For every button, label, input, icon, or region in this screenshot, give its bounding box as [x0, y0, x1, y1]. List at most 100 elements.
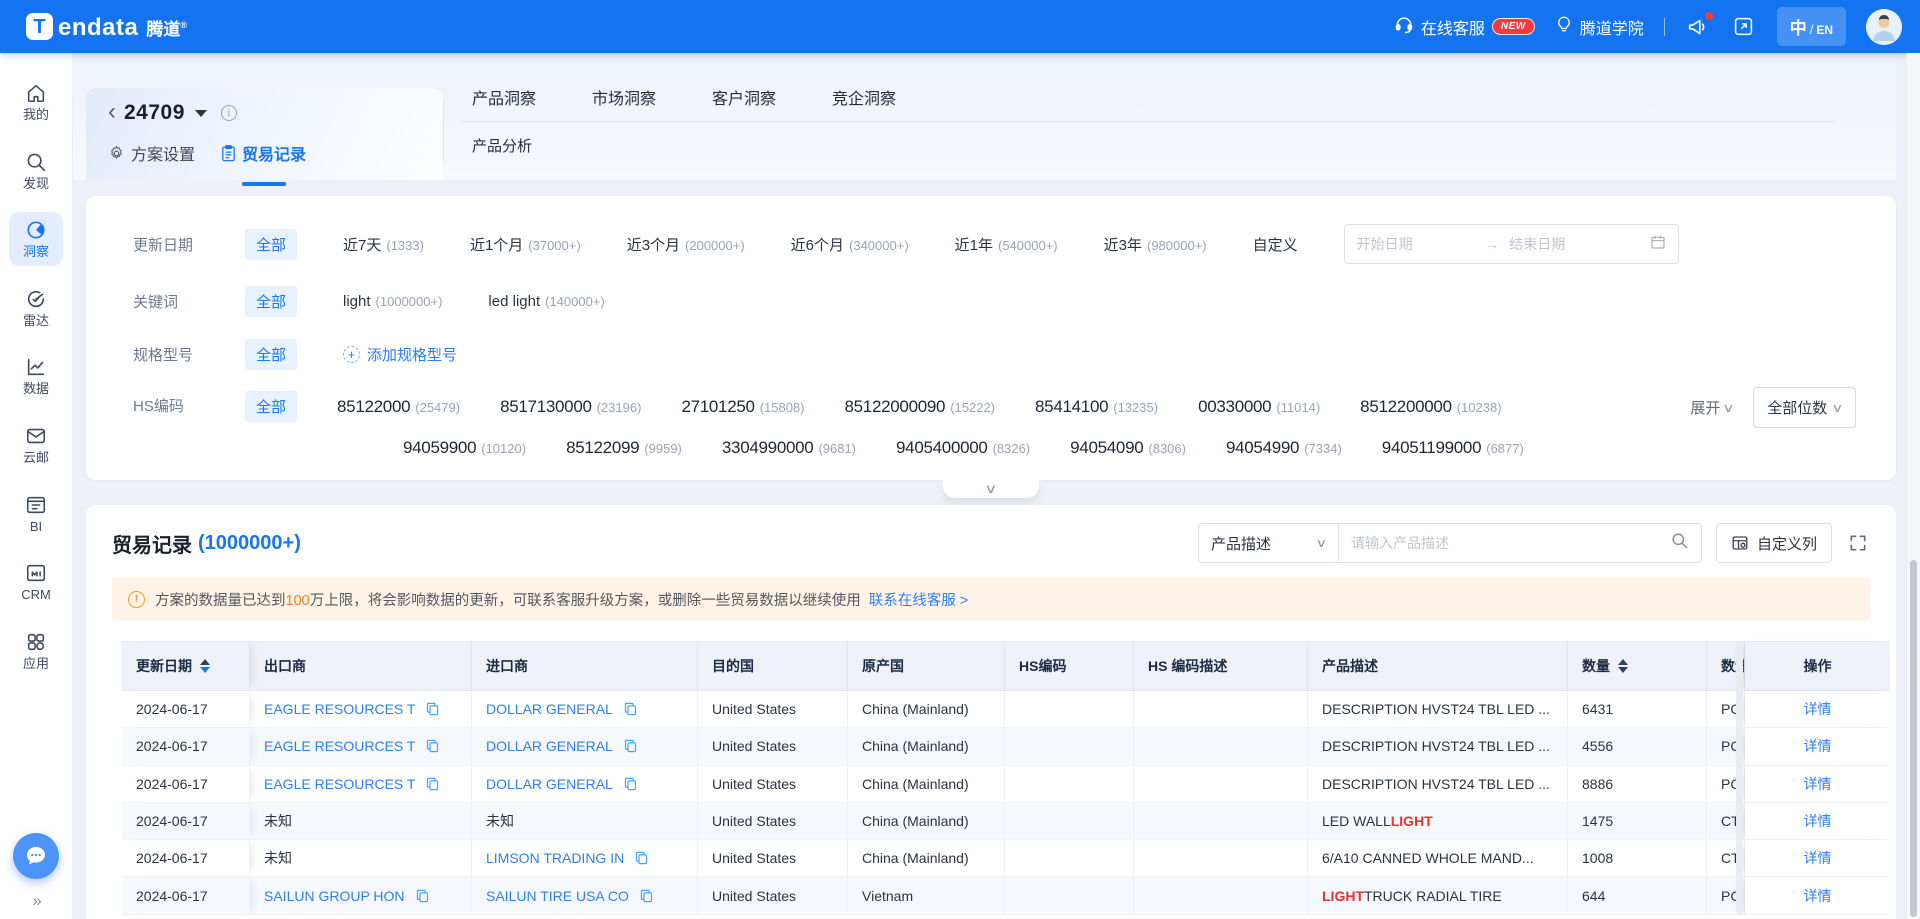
hs-code-option[interactable]: 8517130000(23196) — [500, 397, 641, 417]
date-filter-option[interactable]: 近3年(980000+) — [1104, 234, 1207, 255]
sidebar-item-mail[interactable]: 云邮 — [9, 418, 63, 472]
table-row[interactable]: 2024-06-17EAGLE RESOURCES TDOLLAR GENERA… — [122, 728, 1890, 765]
hs-code-option[interactable]: 00330000(11014) — [1198, 397, 1320, 417]
back-icon[interactable]: ‹ — [108, 100, 116, 124]
sidebar-item-crm[interactable]: CRM — [9, 555, 63, 609]
tab-insight-2[interactable]: 客户洞察 — [712, 85, 776, 109]
tab-trade-records[interactable]: 贸易记录 — [221, 141, 306, 173]
tab-product-analysis[interactable]: 产品分析 — [472, 135, 532, 156]
user-avatar[interactable] — [1866, 9, 1902, 45]
tab-insight-1[interactable]: 市场洞察 — [592, 85, 656, 109]
page-scrollbar[interactable] — [1906, 53, 1920, 919]
cell-exporter-link[interactable]: EAGLE RESOURCES T — [264, 701, 415, 717]
cell-exporter-link[interactable]: SAILUN GROUP HON — [264, 888, 405, 904]
date-filter-option[interactable]: 近6个月(340000+) — [791, 234, 909, 255]
hs-digits-select[interactable]: 全部位数 ∨ — [1753, 387, 1856, 428]
sidebar-item-bi[interactable]: BI — [9, 487, 63, 541]
copy-icon[interactable] — [623, 776, 638, 792]
detail-link[interactable]: 详情 — [1804, 699, 1832, 719]
sidebar-item-search[interactable]: 发现 — [9, 144, 63, 198]
hs-all-chip[interactable]: 全部 — [245, 391, 297, 422]
search-icon[interactable] — [1670, 531, 1689, 555]
hs-code-option[interactable]: 94054090(8306) — [1070, 438, 1186, 458]
column-header-8[interactable]: 数量 — [1568, 642, 1707, 690]
cell-importer-link[interactable]: DOLLAR GENERAL — [486, 738, 613, 754]
copy-icon[interactable] — [425, 738, 440, 754]
date-all-chip[interactable]: 全部 — [245, 229, 297, 260]
date-filter-option[interactable]: 近7天(1333) — [343, 234, 424, 255]
detail-link[interactable]: 详情 — [1804, 886, 1832, 906]
sidebar-item-home[interactable]: 我的 — [9, 75, 63, 129]
fullscreen-icon[interactable] — [1731, 14, 1757, 40]
copy-icon[interactable] — [425, 776, 440, 792]
hs-code-option[interactable]: 85122099(9959) — [566, 438, 682, 458]
hs-code-option[interactable]: 85122000(25479) — [337, 397, 460, 417]
copy-icon[interactable] — [623, 701, 638, 717]
hs-code-option[interactable]: 85414100(13235) — [1035, 397, 1158, 417]
online-service-button[interactable]: 在线客服 NEW — [1394, 14, 1535, 39]
column-header-0[interactable]: 更新日期 — [122, 642, 250, 690]
hs-code-option[interactable]: 27101250(15808) — [681, 397, 804, 417]
tab-insight-0[interactable]: 产品洞察 — [472, 85, 536, 109]
date-filter-option[interactable]: 近3个月(200000+) — [627, 234, 745, 255]
keyword-filter-option[interactable]: led light(140000+) — [488, 293, 604, 310]
detail-link[interactable]: 详情 — [1804, 774, 1832, 794]
sidebar-item-insight[interactable]: 洞察 — [9, 212, 63, 266]
hs-code-option[interactable]: 3304990000(9681) — [722, 438, 856, 458]
date-custom-option[interactable]: 自定义 — [1253, 234, 1298, 255]
info-icon[interactable]: i — [221, 105, 237, 121]
custom-columns-button[interactable]: 自定义列 — [1716, 523, 1832, 563]
cell-exporter-link[interactable]: EAGLE RESOURCES T — [264, 776, 415, 792]
table-row[interactable]: 2024-06-17SAILUN GROUP HONSAILUN TIRE US… — [122, 877, 1890, 914]
plan-dropdown-caret-icon[interactable] — [195, 110, 207, 117]
keyword-all-chip[interactable]: 全部 — [245, 286, 297, 317]
detail-link[interactable]: 详情 — [1804, 736, 1832, 756]
date-filter-option[interactable]: 近1个月(37000+) — [470, 234, 581, 255]
sort-caret-icon[interactable] — [1618, 659, 1628, 673]
filter-collapse-toggle[interactable]: ∨ — [943, 480, 1039, 498]
product-search-input[interactable] — [1351, 535, 1662, 551]
table-row[interactable]: 2024-06-17未知未知United StatesChina (Mainla… — [122, 803, 1890, 840]
copy-icon[interactable] — [415, 888, 430, 904]
tab-insight-3[interactable]: 竞企洞察 — [832, 85, 896, 109]
contact-service-link[interactable]: 联系在线客服 > — [869, 593, 969, 609]
language-switcher[interactable]: 中 / EN — [1777, 7, 1846, 46]
table-row[interactable]: 2024-06-17EAGLE RESOURCES TDOLLAR GENERA… — [122, 691, 1890, 728]
hs-code-option[interactable]: 94054990(7334) — [1226, 438, 1342, 458]
copy-icon[interactable] — [639, 888, 654, 904]
detail-link[interactable]: 详情 — [1804, 811, 1832, 831]
academy-button[interactable]: 腾道学院 — [1555, 14, 1644, 39]
cell-importer-link[interactable]: DOLLAR GENERAL — [486, 776, 613, 792]
hs-code-option[interactable]: 94051199000(6877) — [1382, 438, 1524, 458]
keyword-filter-option[interactable]: light(1000000+) — [343, 293, 442, 310]
hs-code-option[interactable]: 85122000090(15222) — [845, 397, 996, 417]
spec-all-chip[interactable]: 全部 — [245, 339, 297, 370]
table-row[interactable]: 2024-06-17未知LIMSON TRADING INUnited Stat… — [122, 840, 1890, 877]
add-spec-button[interactable]: + 添加规格型号 — [343, 344, 457, 365]
hs-code-option[interactable]: 8512200000(10238) — [1360, 397, 1501, 417]
announcement-icon[interactable] — [1685, 14, 1711, 40]
hs-expand-link[interactable]: 展开 ∨ — [1690, 397, 1733, 418]
sidebar-item-data[interactable]: 数据 — [9, 349, 63, 403]
copy-icon[interactable] — [623, 738, 638, 754]
sort-caret-icon[interactable] — [200, 659, 210, 673]
detail-link[interactable]: 详情 — [1804, 848, 1832, 868]
hs-code-option[interactable]: 9405400000(8326) — [896, 438, 1030, 458]
cell-importer-link[interactable]: SAILUN TIRE USA CO — [486, 888, 629, 904]
date-filter-option[interactable]: 近1年(540000+) — [955, 234, 1058, 255]
chat-widget-button[interactable] — [13, 833, 59, 879]
expand-table-icon[interactable] — [1846, 531, 1870, 555]
tab-plan-settings[interactable]: 方案设置 — [108, 141, 195, 173]
hs-code-option[interactable]: 94059900(10120) — [403, 438, 526, 458]
tendata-logo[interactable]: T endata 腾道® — [26, 13, 187, 40]
sidebar-item-apps[interactable]: 应用 — [9, 624, 63, 678]
cell-importer-link[interactable]: DOLLAR GENERAL — [486, 701, 613, 717]
cell-importer-link[interactable]: LIMSON TRADING IN — [486, 850, 624, 866]
plan-id[interactable]: 24709 — [124, 101, 185, 125]
cell-exporter-link[interactable]: EAGLE RESOURCES T — [264, 738, 415, 754]
copy-icon[interactable] — [634, 850, 649, 866]
date-range-input[interactable]: 开始日期 → 结束日期 — [1344, 224, 1679, 264]
copy-icon[interactable] — [425, 701, 440, 717]
table-row[interactable]: 2024-06-17EAGLE RESOURCES TDOLLAR GENERA… — [122, 766, 1890, 803]
sidebar-item-radar[interactable]: 雷达 — [9, 281, 63, 335]
